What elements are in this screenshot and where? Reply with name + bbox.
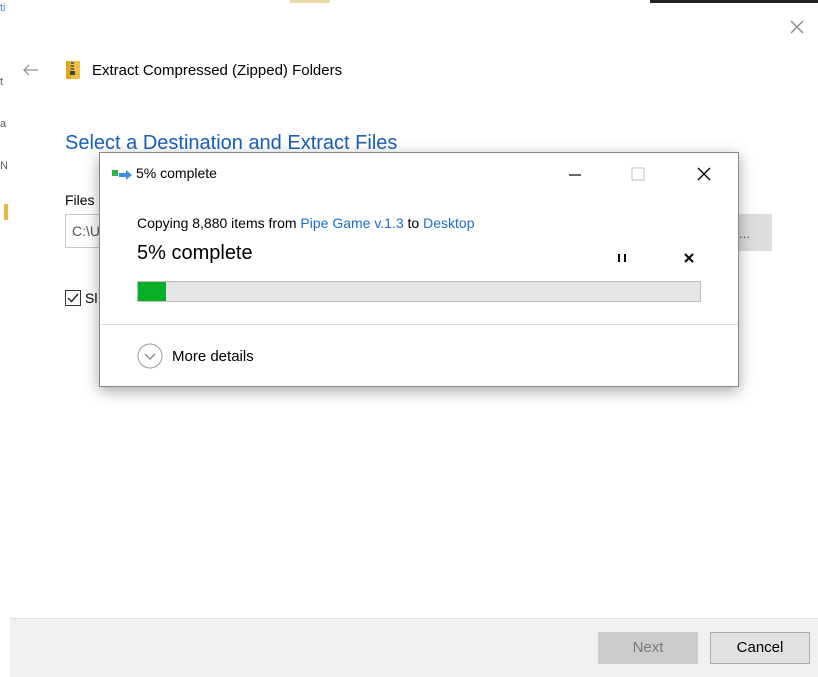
background-glyph: a xyxy=(0,118,7,130)
minimize-icon[interactable] xyxy=(555,161,595,187)
wizard-title: Extract Compressed (Zipped) Folders xyxy=(92,62,343,79)
copy-middle-text: to xyxy=(403,215,424,231)
chevron-down-icon xyxy=(137,343,163,369)
progress-bar-fill xyxy=(138,282,167,301)
background-glyph: ti xyxy=(0,2,6,14)
zip-folder-icon xyxy=(66,61,80,79)
copy-progress-icon xyxy=(112,170,132,180)
copy-prefix-text: Copying 8,880 items from xyxy=(137,215,301,231)
background-folder-icon xyxy=(4,204,8,220)
browse-button[interactable]: ... xyxy=(735,214,772,251)
copy-description: Copying 8,880 items from Pipe Game v.1.3… xyxy=(137,215,474,231)
source-link[interactable]: Pipe Game v.1.3 xyxy=(300,215,403,231)
dialog-divider xyxy=(100,324,738,325)
background-glyph: N xyxy=(0,160,8,172)
more-details-label: More details xyxy=(172,348,254,365)
close-icon[interactable] xyxy=(786,16,808,38)
cancel-button[interactable]: Cancel xyxy=(710,632,810,664)
show-files-label: Sl xyxy=(85,290,98,306)
destination-link[interactable]: Desktop xyxy=(423,215,474,231)
show-files-checkbox[interactable] xyxy=(65,290,81,306)
progress-status: 5% complete xyxy=(137,242,253,264)
dialog-title: 5% complete xyxy=(136,165,217,181)
wizard-footer: Next Cancel xyxy=(10,618,818,677)
dialog-close-icon[interactable] xyxy=(684,161,724,187)
stop-icon[interactable] xyxy=(678,245,702,269)
files-label: Files xyxy=(65,192,95,208)
progress-bar xyxy=(137,281,701,302)
next-button[interactable]: Next xyxy=(598,632,698,664)
back-arrow-icon[interactable] xyxy=(20,62,42,78)
pause-icon[interactable] xyxy=(610,245,634,269)
background-glyph: t xyxy=(0,76,4,88)
copy-progress-dialog: 5% complete Copying 8,880 items from Pip… xyxy=(99,152,739,387)
checkmark-icon xyxy=(67,293,79,303)
maximize-icon[interactable] xyxy=(618,161,658,187)
